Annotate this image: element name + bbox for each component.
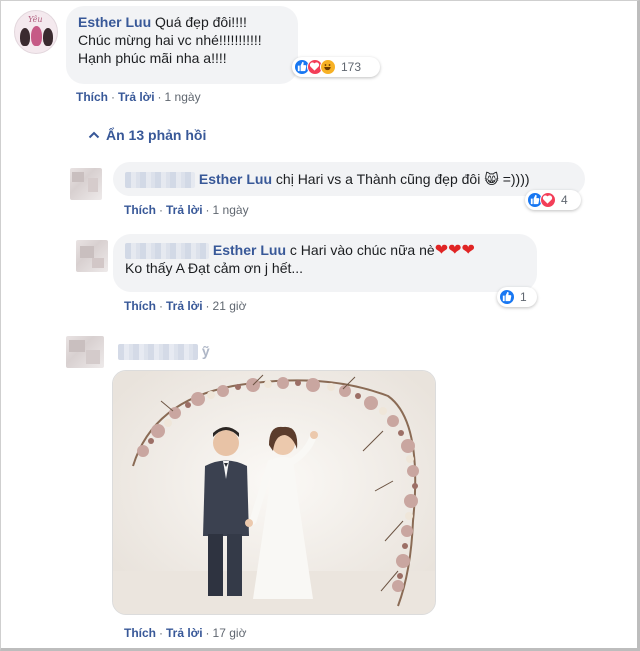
- avatar-logo-text: Yêu: [28, 15, 43, 24]
- mention-link[interactable]: Esther Luu: [199, 171, 272, 187]
- comment-text: Chúc mừng hai vc nhé!!!!!!!!!!!: [78, 32, 262, 48]
- comment-line-1: Esther Luu Quá đẹp đôi!!!!: [78, 13, 286, 31]
- reaction-summary[interactable]: 4: [525, 190, 581, 210]
- reaction-count: 1: [520, 290, 527, 304]
- love-reaction-icon: [540, 192, 556, 208]
- hide-replies-label: Ẩn 13 phản hồi: [106, 127, 207, 143]
- like-link[interactable]: Thích: [124, 299, 156, 313]
- reaction-count: 173: [341, 60, 362, 74]
- reply-bubble: Esther Luu c Hari vào chúc nữa nè❤❤❤ Ko …: [113, 234, 537, 292]
- like-link[interactable]: Thích: [124, 626, 156, 640]
- reply-author-row: ỹ: [118, 343, 210, 361]
- reply-actions: Thích · Trả lời · 1 ngày: [124, 203, 249, 217]
- chevron-up-icon: [88, 131, 100, 139]
- reply-link[interactable]: Trả lời: [166, 299, 203, 313]
- comment-text: Hạnh phúc mãi nha a!!!!: [78, 50, 227, 66]
- comment-author[interactable]: Esther Luu: [78, 14, 151, 30]
- reply-link[interactable]: Trả lời: [166, 626, 203, 640]
- reply-text: c Hari vào chúc nữa nè: [286, 242, 435, 258]
- mention-link[interactable]: Esther Luu: [213, 242, 286, 258]
- like-link[interactable]: Thích: [76, 90, 108, 104]
- blurred-author-name: [125, 172, 195, 189]
- reply-actions: Thích · Trả lời · 17 giờ: [124, 626, 247, 640]
- reply-bubble: Esther Luu chị Hari vs a Thành cũng đẹp …: [113, 162, 585, 196]
- comment-bubble: Esther Luu Quá đẹp đôi!!!! Chúc mừng hai…: [66, 6, 298, 84]
- reply-text: chị Hari vs a Thành cũng đẹp đôi: [272, 171, 485, 187]
- reaction-count: 4: [561, 193, 568, 207]
- timestamp[interactable]: 1 ngày: [165, 90, 201, 104]
- blurred-author-name: [118, 344, 198, 361]
- reply-link[interactable]: Trả lời: [118, 90, 155, 104]
- wedding-photo-illustration: [113, 371, 435, 614]
- avatar[interactable]: [70, 168, 102, 200]
- like-reaction-icon: [499, 289, 515, 305]
- haha-reaction-icon: [320, 59, 336, 75]
- reply-link[interactable]: Trả lời: [166, 203, 203, 217]
- wedding-photo[interactable]: [112, 370, 436, 615]
- blurred-author-name: [125, 243, 209, 260]
- hide-replies-link[interactable]: Ẩn 13 phản hồi: [88, 127, 206, 143]
- timestamp[interactable]: 17 giờ: [213, 626, 247, 640]
- reply-actions: Thích · Trả lời · 21 giờ: [124, 299, 247, 313]
- avatar[interactable]: Yêu: [14, 10, 58, 54]
- reply-text: Ko thấy A Đạt cảm ơn j hết...: [125, 260, 304, 277]
- like-link[interactable]: Thích: [124, 203, 156, 217]
- reply-text-end: =)))): [498, 171, 530, 187]
- hearts-emoji: ❤❤❤: [434, 240, 475, 259]
- author-name-fragment: ỹ: [201, 343, 210, 359]
- reply-line-1: Esther Luu c Hari vào chúc nữa nè❤❤❤: [125, 240, 525, 260]
- emoji: 😸: [484, 172, 499, 188]
- timestamp[interactable]: 21 giờ: [213, 299, 247, 313]
- comment-text: Quá đẹp đôi!!!!: [155, 14, 247, 30]
- comment-actions: Thích · Trả lời · 1 ngày: [76, 90, 201, 104]
- avatar[interactable]: [66, 336, 104, 368]
- avatar[interactable]: [76, 240, 108, 272]
- timestamp[interactable]: 1 ngày: [213, 203, 249, 217]
- reaction-summary[interactable]: 173: [292, 57, 380, 77]
- reaction-summary[interactable]: 1: [497, 287, 537, 307]
